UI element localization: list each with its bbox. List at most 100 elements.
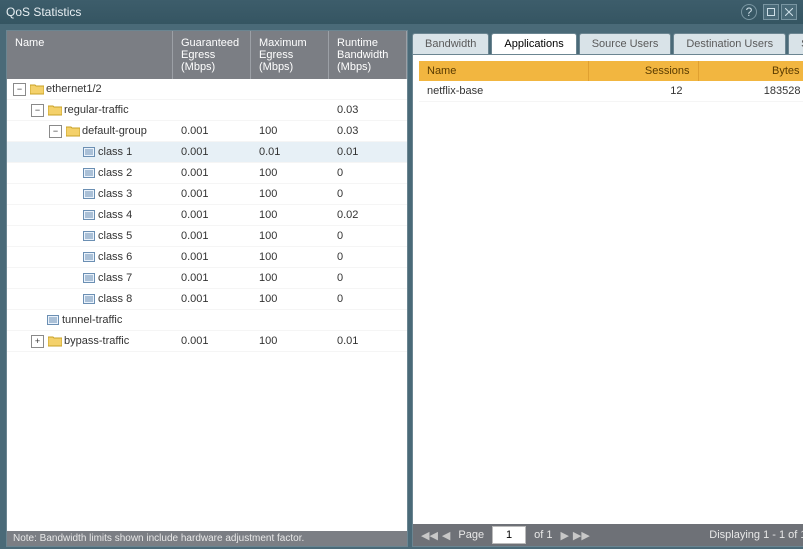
- expand-icon[interactable]: +: [31, 335, 44, 348]
- help-icon[interactable]: ?: [741, 4, 757, 20]
- tab-bandwidth[interactable]: Bandwidth: [412, 33, 489, 54]
- titlebar: QoS Statistics ?: [0, 0, 803, 24]
- tree-row[interactable]: class 80.0011000: [7, 289, 407, 310]
- cell-r: 0.01: [329, 146, 407, 158]
- close-button[interactable]: [781, 4, 797, 20]
- tree-row[interactable]: − regular-traffic 0.03: [7, 100, 407, 121]
- cell-r: 0: [329, 167, 407, 179]
- tree-row[interactable]: class 20.0011000: [7, 163, 407, 184]
- folder-icon: [48, 104, 62, 116]
- toggle-placeholder: [67, 231, 78, 242]
- col-header-maximum[interactable]: Maximum Egress (Mbps): [251, 31, 329, 79]
- cell-g: 0.001: [173, 209, 251, 221]
- cell-m: 100: [251, 293, 329, 305]
- cell-g: 0.001: [173, 230, 251, 242]
- pager-page-label: Page: [458, 529, 484, 541]
- cell-m: 100: [251, 251, 329, 263]
- col-header-guaranteed[interactable]: Guaranteed Egress (Mbps): [173, 31, 251, 79]
- folder-icon: [66, 125, 80, 137]
- class-node-icon: [82, 146, 96, 158]
- tree-header: Name Guaranteed Egress (Mbps) Maximum Eg…: [7, 31, 407, 79]
- class-node-icon: [82, 167, 96, 179]
- cell-g: 0.001: [173, 293, 251, 305]
- apps-rows[interactable]: netflix-base12183528: [419, 81, 803, 524]
- toggle-placeholder: [67, 273, 78, 284]
- tree-footer-note: Note: Bandwidth limits shown include har…: [7, 531, 407, 546]
- tabstrip: BandwidthApplicationsSource UsersDestina…: [412, 30, 803, 54]
- qos-tree-panel: Name Guaranteed Egress (Mbps) Maximum Eg…: [6, 30, 408, 547]
- app-name: netflix-base: [419, 85, 573, 97]
- tree-row-label: class 5: [98, 230, 132, 242]
- app-sessions: 12: [573, 85, 691, 97]
- pager-first-icon[interactable]: ◀◀: [421, 529, 438, 542]
- toggle-placeholder: [67, 189, 78, 200]
- collapse-icon[interactable]: −: [31, 104, 44, 117]
- tree-row[interactable]: class 50.0011000: [7, 226, 407, 247]
- tree-row[interactable]: class 40.0011000.02: [7, 205, 407, 226]
- tree-row-label: ethernet1/2: [46, 83, 102, 95]
- tab-s[interactable]: S: [788, 33, 803, 54]
- tree-row-label: class 6: [98, 251, 132, 263]
- maximize-button[interactable]: [763, 4, 779, 20]
- toggle-placeholder: [67, 210, 78, 221]
- class-node-icon: [82, 293, 96, 305]
- collapse-icon[interactable]: −: [13, 83, 26, 96]
- tab-destination-users[interactable]: Destination Users: [673, 33, 786, 54]
- cell-m: 100: [251, 188, 329, 200]
- tree-row[interactable]: class 10.0010.010.01: [7, 142, 407, 163]
- cell-g: 0.001: [173, 251, 251, 263]
- cell-r: 0: [329, 272, 407, 284]
- pager-of-label: of 1: [534, 529, 552, 541]
- cell-g: 0.001: [173, 335, 251, 347]
- cell-m: 0.01: [251, 146, 329, 158]
- class-node-icon: [82, 188, 96, 200]
- apps-col-sessions[interactable]: Sessions: [589, 61, 699, 81]
- tree-row-label: regular-traffic: [64, 104, 129, 116]
- qos-statistics-window: QoS Statistics ? Name Guaranteed Egress …: [0, 0, 803, 549]
- class-node-icon: [82, 272, 96, 284]
- tab-source-users[interactable]: Source Users: [579, 33, 672, 54]
- cell-g: 0.001: [173, 146, 251, 158]
- tree-row-label: class 2: [98, 167, 132, 179]
- class-node-icon: [46, 314, 60, 326]
- collapse-icon[interactable]: −: [49, 125, 62, 138]
- cell-r: 0.03: [329, 104, 407, 116]
- toggle-placeholder: [67, 147, 78, 158]
- tree-row-label: class 1: [98, 146, 132, 158]
- pager-last-icon[interactable]: ▶▶: [573, 529, 590, 542]
- tree-row[interactable]: −default-group0.0011000.03: [7, 121, 407, 142]
- pager-prev-icon[interactable]: ◀: [442, 529, 450, 542]
- apps-col-bytes[interactable]: Bytes: [699, 61, 803, 81]
- cell-g: 0.001: [173, 188, 251, 200]
- tree-row-label: class 8: [98, 293, 132, 305]
- folder-icon: [48, 335, 62, 347]
- body: Name Guaranteed Egress (Mbps) Maximum Eg…: [0, 24, 803, 549]
- tree-row-label: default-group: [82, 125, 147, 137]
- toggle-placeholder: [67, 294, 78, 305]
- cell-r: 0: [329, 188, 407, 200]
- tree-row[interactable]: +bypass-traffic0.0011000.01: [7, 331, 407, 352]
- col-header-runtime[interactable]: Runtime Bandwidth (Mbps): [329, 31, 407, 79]
- cell-m: 100: [251, 209, 329, 221]
- apps-col-name[interactable]: Name: [419, 61, 589, 81]
- tree-row[interactable]: class 3 0.0011000: [7, 184, 407, 205]
- tree-row[interactable]: class 70.0011000: [7, 268, 407, 289]
- cell-r: 0.01: [329, 335, 407, 347]
- cell-g: 0.001: [173, 167, 251, 179]
- col-header-name[interactable]: Name: [7, 31, 173, 79]
- window-controls: ?: [741, 4, 797, 20]
- tree-row[interactable]: tunnel-traffic: [7, 310, 407, 331]
- tab-applications[interactable]: Applications: [491, 33, 576, 54]
- pager-next-icon[interactable]: ▶: [560, 529, 568, 542]
- tree-row[interactable]: class 6 0.0011000: [7, 247, 407, 268]
- tree-row-label: class 3: [98, 188, 132, 200]
- cell-m: 100: [251, 230, 329, 242]
- cell-r: 0: [329, 251, 407, 263]
- tree-body[interactable]: −ethernet1/2−regular-traffic0.03−default…: [7, 79, 407, 531]
- tree-row[interactable]: − ethernet1/2: [7, 79, 407, 100]
- cell-r: 0.02: [329, 209, 407, 221]
- folder-icon: [30, 83, 44, 95]
- class-node-icon: [82, 230, 96, 242]
- apps-row[interactable]: netflix-base12183528: [419, 81, 803, 102]
- pager-page-input[interactable]: [492, 526, 526, 544]
